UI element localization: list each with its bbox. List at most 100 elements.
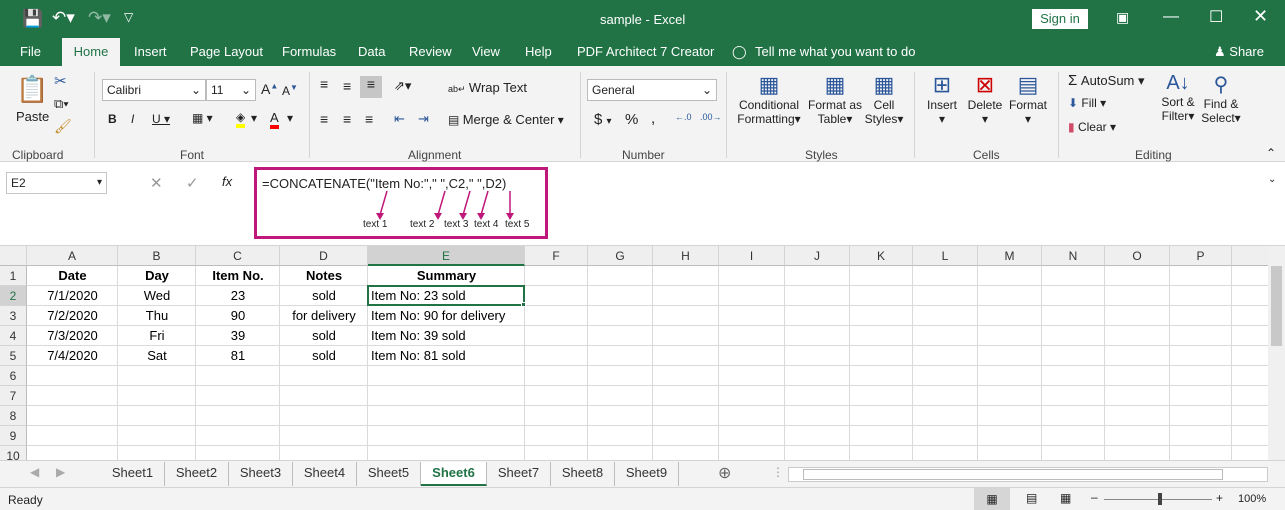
column-header-E[interactable]: E — [368, 246, 525, 266]
zoom-in-icon[interactable]: + — [1216, 491, 1223, 505]
column-header-O[interactable]: O — [1105, 246, 1170, 266]
table-cell[interactable]: 81 — [196, 346, 280, 366]
table-cell[interactable]: 39 — [196, 326, 280, 346]
column-header-F[interactable]: F — [525, 246, 588, 266]
scrollbar-thumb[interactable] — [803, 469, 1223, 480]
hscroll-divider[interactable]: ⋮ — [772, 465, 784, 479]
header-cell[interactable]: Item No. — [196, 266, 280, 286]
next-sheet-icon[interactable]: ▶ — [56, 465, 65, 479]
sheet-tab-sheet2[interactable]: Sheet2 — [165, 462, 229, 486]
tab-page-layout[interactable]: Page Layout — [182, 38, 271, 66]
customize-qat-icon[interactable]: ▽ — [124, 10, 133, 24]
tab-review[interactable]: Review — [401, 38, 460, 66]
fill-button[interactable]: ⬇ Fill ▾ — [1068, 96, 1106, 110]
horizontal-scrollbar[interactable] — [788, 467, 1268, 482]
tab-formulas[interactable]: Formulas — [274, 38, 344, 66]
row-header-3[interactable]: 3 — [0, 306, 27, 326]
save-icon[interactable]: 💾 — [22, 9, 43, 29]
zoom-slider-thumb[interactable] — [1158, 493, 1162, 505]
selected-cell-E2[interactable] — [367, 285, 525, 306]
table-cell[interactable]: sold — [280, 326, 368, 346]
sheet-tab-sheet5[interactable]: Sheet5 — [357, 462, 421, 486]
align-top-icon[interactable]: ≡ — [320, 76, 328, 92]
header-cell[interactable]: Summary — [368, 266, 525, 286]
conditional-formatting-button[interactable]: ▦ Conditional Formatting▾ — [734, 72, 804, 126]
row-header-10[interactable]: 10 — [0, 446, 27, 460]
table-cell[interactable]: 23 — [196, 286, 280, 306]
sheet-tab-sheet9[interactable]: Sheet9 — [615, 462, 679, 486]
paste-icon[interactable]: 📋 — [16, 74, 48, 105]
zoom-out-icon[interactable]: – — [1091, 490, 1098, 504]
sort-filter-button[interactable]: A↓ Sort & Filter▾ — [1157, 72, 1199, 123]
decrease-indent-icon[interactable]: ⇤ — [394, 111, 405, 127]
sheet-tab-sheet7[interactable]: Sheet7 — [487, 462, 551, 486]
tab-insert[interactable]: Insert — [126, 38, 175, 66]
wrap-text-button[interactable]: ab↵ Wrap Text — [448, 80, 527, 95]
increase-decimal-icon[interactable]: ←.0 — [675, 112, 692, 122]
sheet-tab-sheet1[interactable]: Sheet1 — [101, 462, 165, 486]
name-box[interactable]: E2 ▾ — [6, 172, 107, 194]
row-header-8[interactable]: 8 — [0, 406, 27, 426]
column-header-N[interactable]: N — [1042, 246, 1105, 266]
column-header-H[interactable]: H — [653, 246, 719, 266]
redo-icon[interactable]: ↷▾ — [88, 8, 111, 28]
fill-handle[interactable] — [521, 302, 526, 307]
underline-icon[interactable]: U ▾ — [152, 112, 170, 126]
sheet-tab-sheet8[interactable]: Sheet8 — [551, 462, 615, 486]
table-cell[interactable]: 7/4/2020 — [27, 346, 118, 366]
close-icon[interactable]: ✕ — [1253, 6, 1268, 27]
insert-function-icon[interactable]: fx — [222, 174, 232, 189]
align-right-icon[interactable]: ≡ — [365, 111, 373, 127]
column-header-A[interactable]: A — [27, 246, 118, 266]
prev-sheet-icon[interactable]: ◀ — [30, 465, 39, 479]
tab-data[interactable]: Data — [350, 38, 393, 66]
add-sheet-icon[interactable]: ⊕ — [718, 463, 731, 483]
header-cell[interactable]: Notes — [280, 266, 368, 286]
table-cell[interactable]: for delivery — [280, 306, 368, 326]
table-cell[interactable]: 90 — [196, 306, 280, 326]
page-layout-view-icon[interactable]: ▤ — [1026, 491, 1037, 505]
sheet-tab-sheet3[interactable]: Sheet3 — [229, 462, 293, 486]
decrease-font-icon[interactable]: A▼ — [282, 83, 298, 98]
table-cell[interactable]: Fri — [118, 326, 196, 346]
table-cell[interactable]: 7/1/2020 — [27, 286, 118, 306]
align-left-icon[interactable]: ≡ — [320, 111, 328, 127]
currency-icon[interactable]: $ ▾ — [594, 111, 612, 128]
cut-icon[interactable]: ✂ — [54, 72, 67, 90]
collapse-ribbon-icon[interactable]: ⌃ — [1266, 146, 1276, 160]
table-cell[interactable]: 7/3/2020 — [27, 326, 118, 346]
column-header-M[interactable]: M — [978, 246, 1042, 266]
tab-home[interactable]: Home — [62, 38, 120, 66]
page-break-view-icon[interactable]: ▦ — [1060, 491, 1071, 505]
format-painter-icon[interactable]: 🖌 — [54, 118, 72, 135]
paste-button[interactable]: Paste — [16, 109, 49, 124]
column-header-P[interactable]: P — [1170, 246, 1232, 266]
chevron-down-icon[interactable]: ▾ — [287, 111, 293, 125]
column-header-B[interactable]: B — [118, 246, 196, 266]
delete-cells-button[interactable]: ⊠ Delete ▾ — [964, 72, 1006, 126]
increase-indent-icon[interactable]: ⇥ — [418, 111, 429, 127]
cancel-icon[interactable]: ✕ — [150, 174, 163, 192]
column-header-J[interactable]: J — [785, 246, 850, 266]
increase-font-icon[interactable]: A▲ — [261, 81, 278, 97]
sign-in-button[interactable]: Sign in — [1032, 9, 1088, 29]
tab-pdf-architect[interactable]: PDF Architect 7 Creator — [569, 38, 722, 66]
font-size-select[interactable]: 11 ⌄ — [206, 79, 256, 101]
ribbon-display-icon[interactable]: ▣ — [1116, 9, 1129, 26]
select-all[interactable] — [0, 246, 27, 266]
worksheet-grid[interactable]: A B C D E F G H I J K L M N O P 1 2 3 4 5 6 7 8 9 10 Date Day Item N… — [0, 246, 1270, 460]
table-cell[interactable]: Item No: 39 sold — [371, 326, 571, 346]
format-as-table-button[interactable]: ▦ Format as Table▾ — [806, 72, 864, 126]
table-cell[interactable]: Wed — [118, 286, 196, 306]
row-header-6[interactable]: 6 — [0, 366, 27, 386]
row-header-9[interactable]: 9 — [0, 426, 27, 446]
row-header-7[interactable]: 7 — [0, 386, 27, 406]
table-cell[interactable]: Sat — [118, 346, 196, 366]
row-header-2[interactable]: 2 — [0, 286, 27, 306]
chevron-down-icon[interactable]: ▾ — [251, 111, 257, 125]
column-header-D[interactable]: D — [280, 246, 368, 266]
zoom-level[interactable]: 100% — [1238, 493, 1266, 505]
row-header-1[interactable]: 1 — [0, 266, 27, 286]
tab-view[interactable]: View — [464, 38, 508, 66]
align-middle-icon[interactable]: ≡ — [343, 78, 351, 94]
